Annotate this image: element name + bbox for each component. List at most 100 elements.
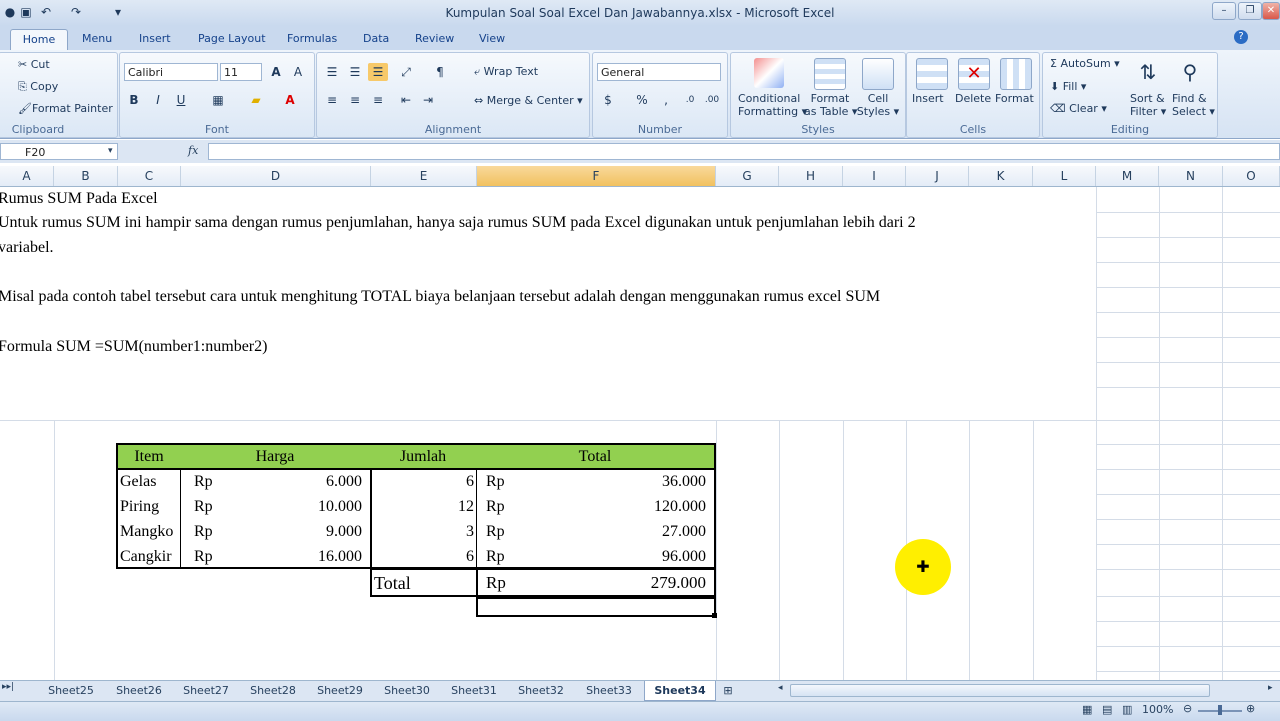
align-top-icon[interactable]: ☰ — [322, 63, 342, 81]
shrink-font-icon[interactable]: A — [288, 63, 308, 81]
table-cell-total[interactable]: 36.000 — [576, 470, 706, 494]
help-icon[interactable]: ? — [1234, 30, 1248, 44]
table-cell-total[interactable]: 120.000 — [576, 495, 706, 519]
decrease-decimal-icon[interactable]: .00 — [702, 91, 722, 109]
column-header-f[interactable]: F — [477, 166, 716, 186]
copy-button[interactable]: ⎘ Copy — [18, 80, 58, 94]
horizontal-scrollbar[interactable] — [790, 684, 1210, 697]
font-name-select[interactable]: Calibri — [124, 63, 218, 81]
column-header-i[interactable]: I — [843, 166, 906, 186]
column-header-h[interactable]: H — [779, 166, 843, 186]
align-bottom-icon[interactable]: ☰ — [368, 63, 388, 81]
align-left-icon[interactable]: ≡ — [322, 91, 342, 109]
table-cell-jumlah[interactable]: 6 — [420, 545, 474, 569]
table-cell-item[interactable]: Piring — [120, 495, 159, 519]
fill-button[interactable]: ⬇ Fill ▾ — [1050, 80, 1086, 93]
minimize-button[interactable]: – — [1212, 2, 1236, 20]
zoom-in-icon[interactable]: ⊕ — [1246, 702, 1255, 715]
total-label[interactable]: Total — [374, 571, 411, 595]
table-cell-item[interactable]: Mangko — [120, 520, 173, 544]
scroll-left-icon[interactable]: ◂ — [778, 683, 783, 693]
underline-button[interactable]: U — [171, 91, 191, 109]
percent-icon[interactable]: % — [632, 91, 652, 109]
align-center-icon[interactable]: ≡ — [345, 91, 365, 109]
insert-sheet-icon[interactable]: ⊞ — [716, 681, 740, 700]
sheet-tab[interactable]: Sheet28 — [240, 681, 306, 700]
column-header-k[interactable]: K — [969, 166, 1033, 186]
zoom-out-icon[interactable]: ⊖ — [1183, 702, 1192, 715]
merge-center-button[interactable]: ⇔ Merge & Center ▾ — [474, 94, 583, 107]
align-right-icon[interactable]: ≡ — [368, 91, 388, 109]
tab-home[interactable]: Home — [10, 29, 68, 51]
tab-data[interactable]: Data — [363, 29, 389, 50]
sort-filter-button[interactable]: Sort & Filter ▾ — [1130, 92, 1166, 118]
cut-button[interactable]: ✂ Cut — [18, 58, 50, 71]
increase-indent-icon[interactable]: ⇥ — [418, 91, 438, 109]
grow-font-icon[interactable]: A — [266, 63, 286, 81]
decrease-indent-icon[interactable]: ⇤ — [396, 91, 416, 109]
bold-button[interactable]: B — [124, 91, 144, 109]
font-size-select[interactable]: 11 — [220, 63, 262, 81]
conditional-formatting-icon[interactable] — [754, 58, 784, 88]
format-painter-button[interactable]: 🖌Format Painter — [18, 102, 113, 115]
paragraph-icon[interactable]: ¶ — [430, 63, 450, 81]
delete-button[interactable]: Delete — [955, 92, 991, 105]
tab-menu[interactable]: Menu — [82, 29, 112, 50]
table-cell-item[interactable]: Cangkir — [120, 545, 172, 569]
sheet-tab[interactable]: Sheet32 — [508, 681, 574, 700]
column-header-o[interactable]: O — [1223, 166, 1280, 186]
delete-cells-icon[interactable]: ✕ — [958, 58, 990, 90]
increase-decimal-icon[interactable]: .0 — [680, 91, 700, 109]
column-header-a[interactable]: A — [0, 166, 54, 186]
column-header-m[interactable]: M — [1096, 166, 1159, 186]
table-cell-item[interactable]: Gelas — [120, 470, 156, 494]
fill-color-icon[interactable]: ▰ — [246, 91, 266, 109]
orientation-icon[interactable]: ⤢ — [396, 63, 416, 81]
tab-view[interactable]: View — [479, 29, 505, 50]
selected-cell-f20[interactable] — [476, 597, 716, 617]
italic-button[interactable]: I — [148, 91, 168, 109]
table-cell-total[interactable]: 27.000 — [576, 520, 706, 544]
grand-total-value[interactable]: 279.000 — [576, 571, 706, 595]
comma-icon[interactable]: , — [656, 91, 676, 109]
zoom-level[interactable]: 100% — [1142, 703, 1173, 716]
close-button[interactable]: ✕ — [1262, 2, 1280, 20]
sheet-tab[interactable]: Sheet26 — [106, 681, 172, 700]
column-header-e[interactable]: E — [371, 166, 477, 186]
table-header-jumlah[interactable]: Jumlah — [370, 443, 478, 470]
column-header-j[interactable]: J — [906, 166, 969, 186]
number-format-select[interactable]: General — [597, 63, 721, 81]
name-box-dropdown-icon[interactable]: ▾ — [108, 146, 113, 156]
insert-function-icon[interactable]: fx — [188, 144, 198, 157]
column-header-d[interactable]: D — [181, 166, 371, 186]
sheet-tab[interactable]: Sheet33 — [575, 681, 643, 700]
column-header-n[interactable]: N — [1159, 166, 1223, 186]
find-select-button[interactable]: Find & Select ▾ — [1172, 92, 1215, 118]
autosum-button[interactable]: Σ AutoSum ▾ — [1050, 57, 1120, 70]
table-header-harga[interactable]: Harga — [180, 443, 372, 470]
table-cell-harga[interactable]: 6.000 — [262, 470, 362, 494]
insert-cells-icon[interactable] — [916, 58, 948, 90]
sheet-tab[interactable]: Sheet30 — [374, 681, 440, 700]
table-header-total[interactable]: Total — [476, 443, 716, 470]
tab-insert[interactable]: Insert — [139, 29, 171, 50]
sheet-tab[interactable]: Sheet27 — [173, 681, 239, 700]
currency-icon[interactable]: $ — [598, 91, 618, 109]
sort-filter-icon[interactable]: ⇅ — [1134, 58, 1162, 86]
table-header-item[interactable]: Item — [116, 443, 182, 470]
cell-styles-icon[interactable] — [862, 58, 894, 90]
scroll-right-icon[interactable]: ▸ — [1268, 683, 1273, 693]
insert-button[interactable]: Insert — [912, 92, 944, 105]
view-page-layout-icon[interactable]: ▤ — [1102, 703, 1112, 716]
tab-review[interactable]: Review — [415, 29, 454, 50]
table-cell-jumlah[interactable]: 3 — [420, 520, 474, 544]
border-icon[interactable]: ▦ — [208, 91, 228, 109]
tab-page-layout[interactable]: Page Layout — [198, 29, 266, 50]
wrap-text-button[interactable]: ⤶ Wrap Text — [474, 65, 538, 79]
sheet-tab[interactable]: Sheet29 — [307, 681, 373, 700]
binoculars-icon[interactable]: ⚲ — [1176, 58, 1204, 86]
table-cell-harga[interactable]: 9.000 — [262, 520, 362, 544]
fill-handle[interactable] — [712, 613, 717, 618]
conditional-formatting-button[interactable]: ConditionalFormatting ▾ — [738, 92, 807, 118]
column-header-c[interactable]: C — [118, 166, 181, 186]
